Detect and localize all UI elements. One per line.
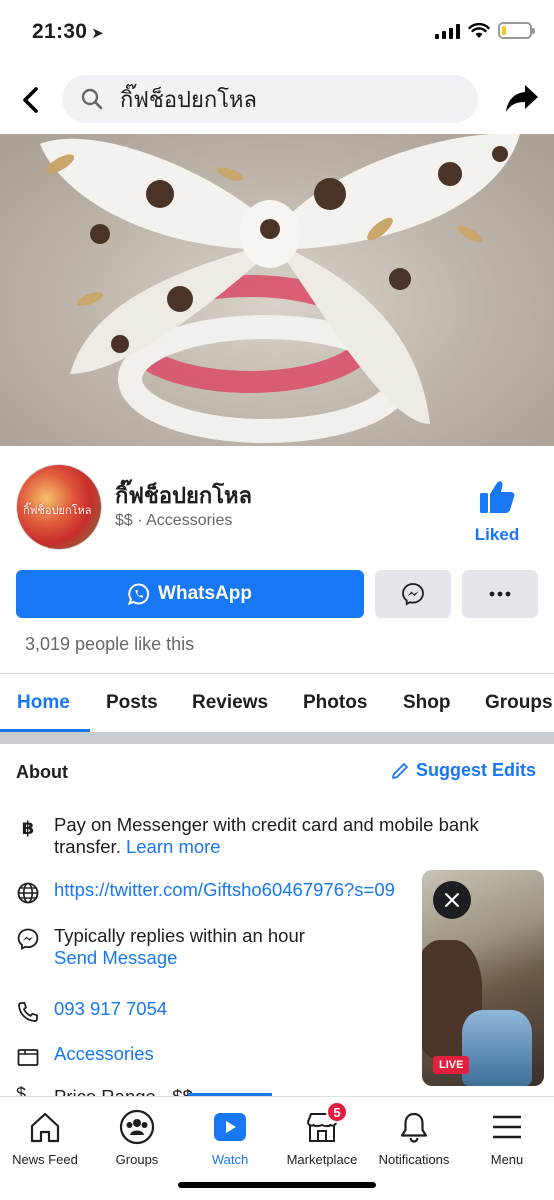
nav-groups[interactable]: Groups — [89, 1107, 185, 1167]
avatar-logo-text: กิ๊ฟช็อปยกโหล — [23, 504, 92, 517]
liked-label: Liked — [474, 525, 520, 544]
video-frame-object — [462, 1010, 532, 1086]
tab-home[interactable]: Home — [17, 692, 70, 714]
nav-marketplace[interactable]: 5 Marketplace — [274, 1101, 370, 1167]
status-bar: 21:30 ➤ — [0, 0, 554, 66]
page-avatar[interactable]: กิ๊ฟช็อปยกโหล — [16, 464, 102, 550]
location-arrow-icon: ➤ — [91, 25, 105, 42]
globe-icon — [16, 881, 40, 905]
section-divider — [0, 732, 554, 744]
whatsapp-icon — [128, 583, 150, 605]
close-icon — [445, 893, 459, 907]
category-icon — [16, 1045, 40, 1069]
website-link[interactable]: https://twitter.com/Giftsho60467976?s=09 — [54, 879, 444, 901]
share-arrow-icon — [506, 85, 538, 112]
nav-label-menu: Menu — [490, 1152, 524, 1167]
suggest-edits-label: Suggest Edits — [415, 760, 536, 780]
search-box[interactable] — [62, 75, 478, 123]
tab-groups[interactable]: Groups — [485, 692, 553, 714]
tab-shop[interactable]: Shop — [403, 692, 451, 714]
tab-posts[interactable]: Posts — [106, 692, 158, 714]
phone-icon — [16, 1000, 40, 1024]
status-time: 21:30 ➤ — [32, 20, 104, 44]
share-button[interactable] — [504, 80, 540, 116]
home-icon — [0, 1107, 93, 1147]
tab-photos[interactable]: Photos — [303, 692, 367, 714]
nav-label-watch: Watch — [211, 1152, 249, 1167]
battery-icon — [498, 22, 535, 39]
about-heading: About — [16, 762, 68, 782]
price-icon: $ — [16, 1084, 27, 1096]
payment-description: Pay on Messenger with credit card and mo… — [54, 814, 479, 857]
status-time-text: 21:30 — [32, 20, 88, 43]
messenger-button[interactable] — [375, 570, 451, 618]
back-chevron-icon — [23, 87, 38, 113]
page-name: กิ๊ฟช็อปยกโหล — [115, 484, 253, 509]
nav-label-marketplace: Marketplace — [286, 1152, 358, 1167]
back-button[interactable] — [16, 80, 48, 120]
whatsapp-label: WhatsApp — [158, 583, 252, 604]
nav-label-news-feed: News Feed — [12, 1152, 78, 1167]
marketplace-badge: 5 — [326, 1101, 348, 1123]
bell-icon — [366, 1107, 462, 1147]
messenger-small-icon — [16, 927, 40, 951]
nav-notifications[interactable]: Notifications — [366, 1107, 462, 1167]
baht-icon: ฿ — [21, 817, 35, 838]
close-video-button[interactable] — [433, 881, 471, 919]
floating-video-player[interactable]: LIVE — [422, 870, 544, 1086]
suggest-edits-link[interactable]: Suggest Edits — [390, 760, 536, 781]
page-tabs: Home Posts Reviews Photos Shop Groups — [0, 674, 554, 732]
nav-news-feed[interactable]: News Feed — [0, 1107, 93, 1167]
status-indicators — [435, 22, 535, 39]
home-indicator — [178, 1182, 376, 1188]
send-message-link[interactable]: Send Message — [54, 947, 177, 968]
nav-label-notifications: Notifications — [378, 1152, 450, 1167]
nav-watch[interactable]: Watch — [182, 1107, 278, 1167]
signal-icon — [435, 23, 460, 39]
response-time: Typically replies within an hour — [54, 925, 305, 946]
wifi-icon — [468, 22, 490, 38]
search-input[interactable] — [120, 83, 460, 115]
whatsapp-button[interactable]: WhatsApp — [16, 570, 364, 618]
phone-link[interactable]: 093 917 7054 — [54, 998, 167, 1019]
pencil-icon — [392, 762, 408, 779]
more-dots-icon — [489, 591, 511, 597]
active-nav-indicator — [188, 1093, 272, 1096]
cover-image — [40, 134, 520, 443]
cover-photo[interactable] — [0, 134, 554, 446]
nav-menu[interactable]: Menu — [459, 1107, 554, 1167]
price-range-text: Price Range · $$ — [54, 1086, 193, 1096]
tab-reviews[interactable]: Reviews — [192, 692, 268, 714]
menu-icon — [459, 1107, 554, 1147]
thumbs-up-icon — [480, 481, 515, 513]
more-options-button[interactable] — [462, 570, 538, 618]
search-icon — [81, 88, 103, 110]
groups-icon — [89, 1107, 185, 1147]
likes-count: 3,019 people like this — [25, 634, 195, 654]
watch-icon — [182, 1107, 278, 1147]
liked-button[interactable]: Liked — [466, 480, 528, 545]
category-link[interactable]: Accessories — [54, 1043, 154, 1064]
payment-text: Pay on Messenger with credit card and mo… — [54, 814, 524, 858]
live-badge: LIVE — [433, 1056, 470, 1074]
payment-info-row: ฿ Pay on Messenger with credit card and … — [16, 814, 516, 860]
learn-more-link[interactable]: Learn more — [126, 836, 221, 857]
search-header — [0, 66, 554, 134]
marketplace-icon: 5 — [274, 1101, 370, 1147]
messenger-icon — [402, 583, 424, 606]
nav-label-groups: Groups — [115, 1152, 159, 1167]
page-category: $$ · Accessories — [115, 512, 233, 529]
